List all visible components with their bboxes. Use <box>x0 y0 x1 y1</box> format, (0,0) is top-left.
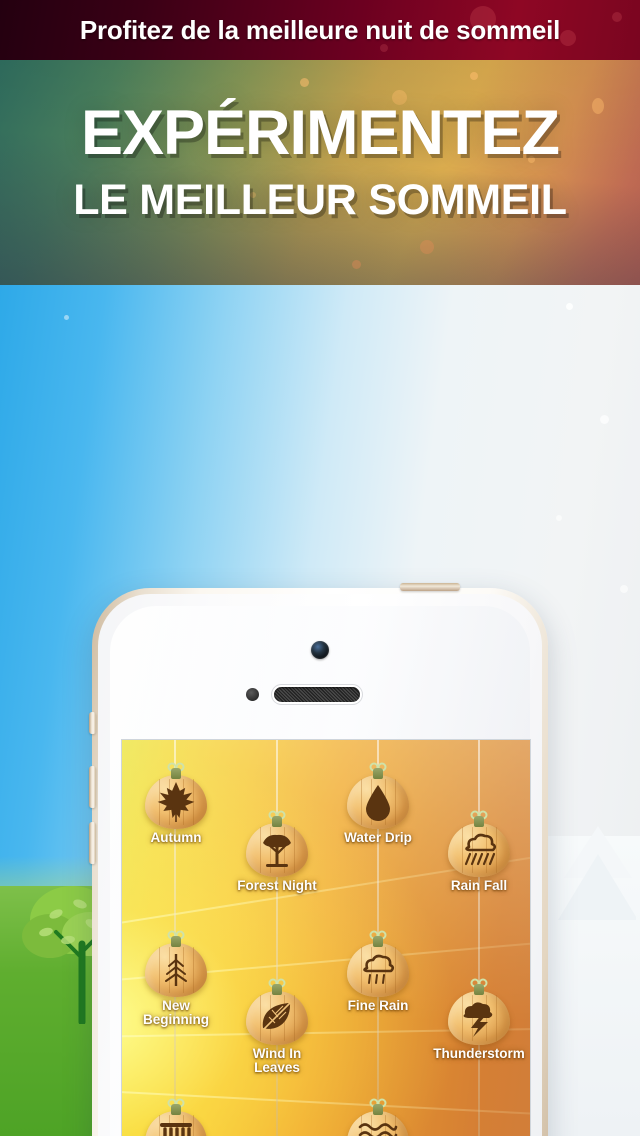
snow-fleck <box>600 415 609 424</box>
iphone-device-mockup: Autumn Forest Night Water Drip Rain Fall New… <box>89 583 548 1136</box>
spark <box>420 240 434 254</box>
pumpkin-button[interactable] <box>347 936 409 997</box>
snow-fleck <box>566 303 573 310</box>
pumpkin-stem <box>272 816 282 827</box>
sound-tile[interactable]: Wood Chimes <box>128 1098 224 1136</box>
sound-tile[interactable]: Wind In Leaves <box>229 978 325 1075</box>
pumpkin-stem <box>171 936 181 947</box>
sound-tile-label: Fine Rain <box>347 998 409 1013</box>
pumpkin-button[interactable] <box>347 768 409 829</box>
lightning-icon <box>459 999 499 1037</box>
hero-banner: EXPÉRIMENTEZ LE MEILLEUR SOMMEIL <box>0 60 640 285</box>
promo-ribbon: Profitez de la meilleure nuit de sommeil <box>0 0 640 60</box>
mute-switch[interactable] <box>89 712 96 734</box>
power-button[interactable] <box>400 583 460 591</box>
maple-leaf-icon <box>156 782 196 822</box>
pumpkin-button[interactable] <box>145 936 207 997</box>
hero-subheadline: LE MEILLEUR SOMMEIL <box>73 176 567 224</box>
pumpkin-stem <box>171 768 181 779</box>
spark <box>470 72 478 80</box>
sound-tile-label: Forest Night <box>237 878 317 893</box>
sound-tile-label: Wind In Leaves <box>252 1046 302 1075</box>
hero-headline: EXPÉRIMENTEZ <box>80 98 560 168</box>
spark <box>300 78 309 87</box>
hanging-cord <box>276 740 278 1136</box>
pumpkin-stem <box>373 768 383 779</box>
sound-tile[interactable]: New Beginning <box>128 930 224 1027</box>
sound-tile[interactable]: Fine Rain <box>330 930 426 1013</box>
pine-sapling-icon <box>156 951 196 989</box>
snowy-pine-tree-icon <box>558 826 636 920</box>
pumpkin-stem <box>272 984 282 995</box>
sound-tile-label: Autumn <box>150 830 202 845</box>
sound-tile[interactable]: Rain Fall <box>431 810 527 893</box>
sound-tile-label: New Beginning <box>143 998 209 1027</box>
single-leaf-icon <box>257 999 297 1037</box>
sound-tile-label: Water Drip <box>344 830 412 845</box>
volume-up-button[interactable] <box>89 766 96 808</box>
earpiece-speaker-icon <box>274 687 360 702</box>
hero-text-block: EXPÉRIMENTEZ LE MEILLEUR SOMMEIL <box>0 102 640 222</box>
pumpkin-stem <box>474 816 484 827</box>
seasons-background-scene: Autumn Forest Night Water Drip Rain Fall New… <box>0 285 640 1136</box>
app-screen[interactable]: Autumn Forest Night Water Drip Rain Fall New… <box>122 740 530 1136</box>
pumpkin-stem <box>373 936 383 947</box>
pumpkin-button[interactable] <box>347 1104 409 1136</box>
volume-down-button[interactable] <box>89 822 96 864</box>
dock-waves-icon <box>358 1119 398 1136</box>
snow-fleck <box>620 585 628 593</box>
pumpkin-button[interactable] <box>448 816 510 877</box>
sound-tile[interactable]: Thunderstorm <box>431 978 527 1061</box>
water-drop-icon <box>358 783 398 821</box>
rain-cloud-icon <box>459 831 499 869</box>
sound-tile[interactable]: Forest Night <box>229 810 325 893</box>
pumpkin-stem <box>373 1104 383 1115</box>
snow-fleck <box>556 515 562 521</box>
snow-fleck <box>64 315 69 320</box>
spark <box>352 260 361 269</box>
drizzle-cloud-icon <box>358 951 398 989</box>
pumpkin-button[interactable] <box>145 768 207 829</box>
oak-tree-icon <box>257 831 297 869</box>
pumpkin-button[interactable] <box>246 984 308 1045</box>
sound-tile[interactable]: Water Drip <box>330 762 426 845</box>
chimes-icon <box>156 1119 196 1136</box>
pumpkin-button[interactable] <box>246 816 308 877</box>
sound-tile[interactable]: Autumn <box>128 762 224 845</box>
sound-tile-label: Rain Fall <box>450 878 508 893</box>
hanging-cord <box>478 740 480 1136</box>
pumpkin-button[interactable] <box>145 1104 207 1136</box>
front-camera-icon <box>311 641 329 659</box>
proximity-sensor-icon <box>246 688 259 701</box>
pumpkin-button[interactable] <box>448 984 510 1045</box>
promo-ribbon-title: Profitez de la meilleure nuit de sommeil <box>79 15 561 45</box>
sound-tile[interactable]: Water Dock <box>330 1098 426 1136</box>
phone-bezel: Autumn Forest Night Water Drip Rain Fall New… <box>98 594 542 1136</box>
pumpkin-stem <box>171 1104 181 1115</box>
pumpkin-stem <box>474 984 484 995</box>
sound-tile-label: Thunderstorm <box>433 1046 525 1061</box>
